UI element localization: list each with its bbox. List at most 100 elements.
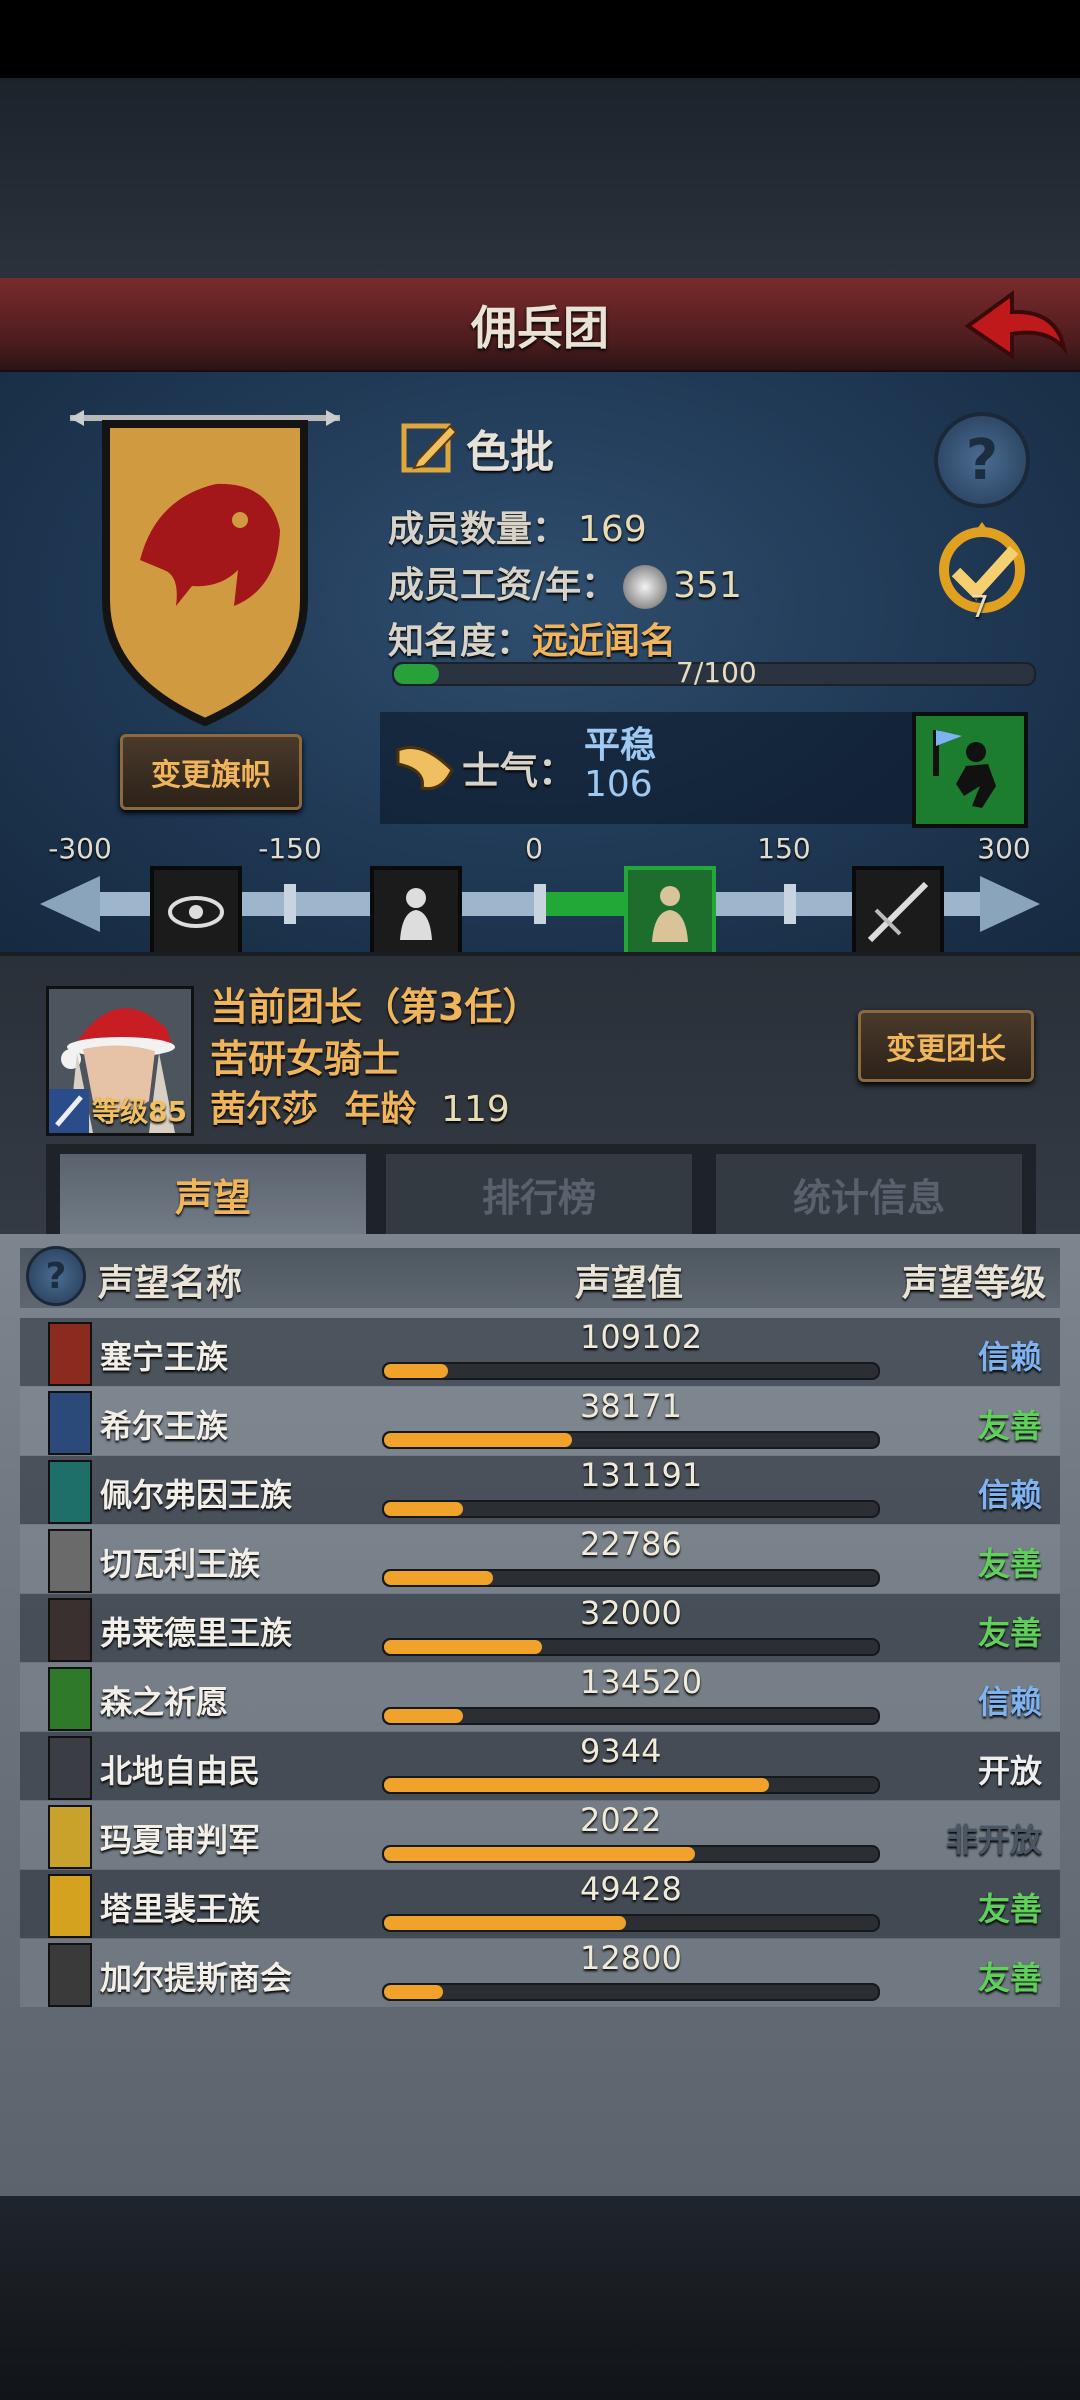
reputation-level: 信赖: [977, 1683, 1042, 1721]
tab-bar: 声望 排行榜 统计信息: [46, 1144, 1036, 1234]
reputation-row[interactable]: 弗莱德里王族 32000 友善: [20, 1594, 1060, 1662]
reputation-bar: [382, 1914, 880, 1932]
faction-badge-icon: [48, 1805, 92, 1869]
faction-badge-icon: [48, 1322, 92, 1386]
back-arrow-icon[interactable]: [960, 286, 1070, 366]
reputation-help-icon[interactable]: ?: [26, 1246, 86, 1306]
faction-badge-icon: [48, 1667, 92, 1731]
fame-label: 知名度：: [388, 621, 533, 662]
tab-statistics[interactable]: 统计信息: [716, 1154, 1022, 1234]
status-bar: [0, 0, 1080, 78]
reputation-level: 信赖: [977, 1338, 1042, 1376]
leader-class: 苦研女骑士: [210, 1037, 401, 1081]
reputation-level: 友善: [977, 1890, 1042, 1928]
fame-progress-fill: [394, 664, 439, 684]
reputation-panel: ? 声望名称 声望值 声望等级 塞宁王族 109102 信赖 希尔王族 38171 友善佩…: [0, 1234, 1080, 2196]
reputation-row[interactable]: 加尔提斯商会 12800 友善: [20, 1939, 1060, 2007]
reputation-value: 12800: [580, 1939, 682, 1977]
reputation-row[interactable]: 塔里裴王族 49428 友善: [20, 1870, 1060, 1938]
faction-badge-icon: [48, 1943, 92, 2007]
morale-state: 平稳: [584, 725, 657, 766]
reputation-level: 开放: [977, 1752, 1042, 1790]
guild-panel: 变更旗帜 色批 ? 成员数量： 169 成员工资/年： 351 知名度：远近闻名 7…: [0, 372, 1080, 958]
scale-label: 0: [525, 832, 543, 865]
faction-badge-icon: [48, 1391, 92, 1455]
background-bottom: [0, 2196, 1080, 2400]
reputation-row[interactable]: 北地自由民 9344 开放: [20, 1732, 1060, 1800]
scale-label: 150: [757, 832, 811, 865]
morale-label: 士气：: [462, 749, 577, 793]
scale-label: -150: [258, 832, 322, 865]
leader-name-row: 茜尔莎 年龄 119: [210, 1080, 510, 1132]
reputation-value: 134520: [580, 1663, 703, 1701]
change-leader-button[interactable]: 变更团长: [858, 1010, 1034, 1082]
faction-name: 塔里裴王族: [100, 1890, 261, 1928]
wage-row: 成员工资/年： 351: [388, 556, 742, 609]
faction-name: 佩尔弗因王族: [100, 1476, 293, 1514]
reputation-bar-fill: [384, 1847, 696, 1861]
fame-progress-text: 7/100: [676, 656, 757, 689]
reputation-row[interactable]: 塞宁王族 109102 信赖: [20, 1318, 1060, 1386]
reputation-level: 信赖: [977, 1476, 1042, 1514]
reputation-level: 友善: [977, 1959, 1042, 1997]
eye-icon[interactable]: [150, 866, 242, 958]
achievement-count: 7: [970, 590, 990, 625]
reputation-value: 22786: [580, 1525, 682, 1563]
reputation-row[interactable]: 森之祈愿 134520 信赖: [20, 1663, 1060, 1731]
reputation-bar-fill: [384, 1709, 464, 1723]
reputation-bar-fill: [384, 1433, 572, 1447]
reputation-row[interactable]: 佩尔弗因王族 131191 信赖: [20, 1456, 1060, 1524]
guild-name: 色批: [466, 427, 554, 478]
sword-slash-icon[interactable]: [852, 866, 944, 958]
morale-flag-runner-icon[interactable]: [912, 712, 1028, 828]
faction-name: 森之祈愿: [100, 1683, 229, 1721]
reputation-value: 49428: [580, 1870, 682, 1908]
reputation-level: 非开放: [945, 1821, 1042, 1859]
faction-badge-icon: [48, 1598, 92, 1662]
silver-coin-icon: [623, 565, 668, 609]
reputation-row[interactable]: 玛夏审判军 2022 非开放: [20, 1801, 1060, 1869]
morale-scale: -300 -150 0 150 300: [40, 832, 1040, 958]
reputation-bar: [382, 1500, 880, 1518]
wage-value: 351: [673, 565, 742, 606]
help-icon[interactable]: ?: [934, 412, 1030, 508]
reputation-value: 38171: [580, 1387, 682, 1425]
reputation-value: 32000: [580, 1594, 682, 1632]
scale-label: 300: [977, 832, 1031, 865]
leader-age-label: 年龄: [344, 1089, 417, 1130]
faction-name: 北地自由民: [100, 1752, 261, 1790]
scale-label: -300: [48, 832, 112, 865]
reputation-value: 9344: [580, 1732, 662, 1770]
reputation-row[interactable]: 切瓦利王族 22786 友善: [20, 1525, 1060, 1593]
faction-name: 切瓦利王族: [100, 1545, 261, 1583]
reputation-value: 109102: [580, 1318, 703, 1356]
page-title: 佣兵团: [471, 301, 609, 355]
reputation-value: 131191: [580, 1456, 703, 1494]
leader-name: 茜尔莎: [210, 1089, 319, 1130]
faction-badge-icon: [48, 1736, 92, 1800]
tab-leaderboard[interactable]: 排行榜: [386, 1154, 692, 1234]
header-value: 声望值: [575, 1263, 684, 1304]
reputation-bar: [382, 1983, 880, 2001]
faction-name: 希尔王族: [100, 1407, 229, 1445]
tab-reputation[interactable]: 声望: [60, 1154, 366, 1234]
edit-name-icon[interactable]: [398, 416, 460, 478]
reputation-bar: [382, 1362, 880, 1380]
reputation-bar: [382, 1638, 880, 1656]
praying-figure-icon[interactable]: [624, 866, 716, 958]
reputation-header: ? 声望名称 声望值 声望等级: [20, 1246, 1060, 1308]
reputation-bar-fill: [384, 1985, 444, 1999]
header-name: 声望名称: [98, 1263, 243, 1304]
reputation-row[interactable]: 希尔王族 38171 友善: [20, 1387, 1060, 1455]
reputation-value: 2022: [580, 1801, 662, 1839]
leader-title: 当前团长（第3任）: [210, 985, 541, 1029]
reputation-bar: [382, 1569, 880, 1587]
reputation-bar: [382, 1431, 880, 1449]
faction-name: 弗莱德里王族: [100, 1614, 293, 1652]
reputation-bar-fill: [384, 1502, 464, 1516]
captive-icon[interactable]: [370, 866, 462, 958]
change-banner-button[interactable]: 变更旗帜: [120, 734, 302, 810]
reputation-bar: [382, 1707, 880, 1725]
reputation-level: 友善: [977, 1614, 1042, 1652]
reputation-bar-fill: [384, 1364, 449, 1378]
